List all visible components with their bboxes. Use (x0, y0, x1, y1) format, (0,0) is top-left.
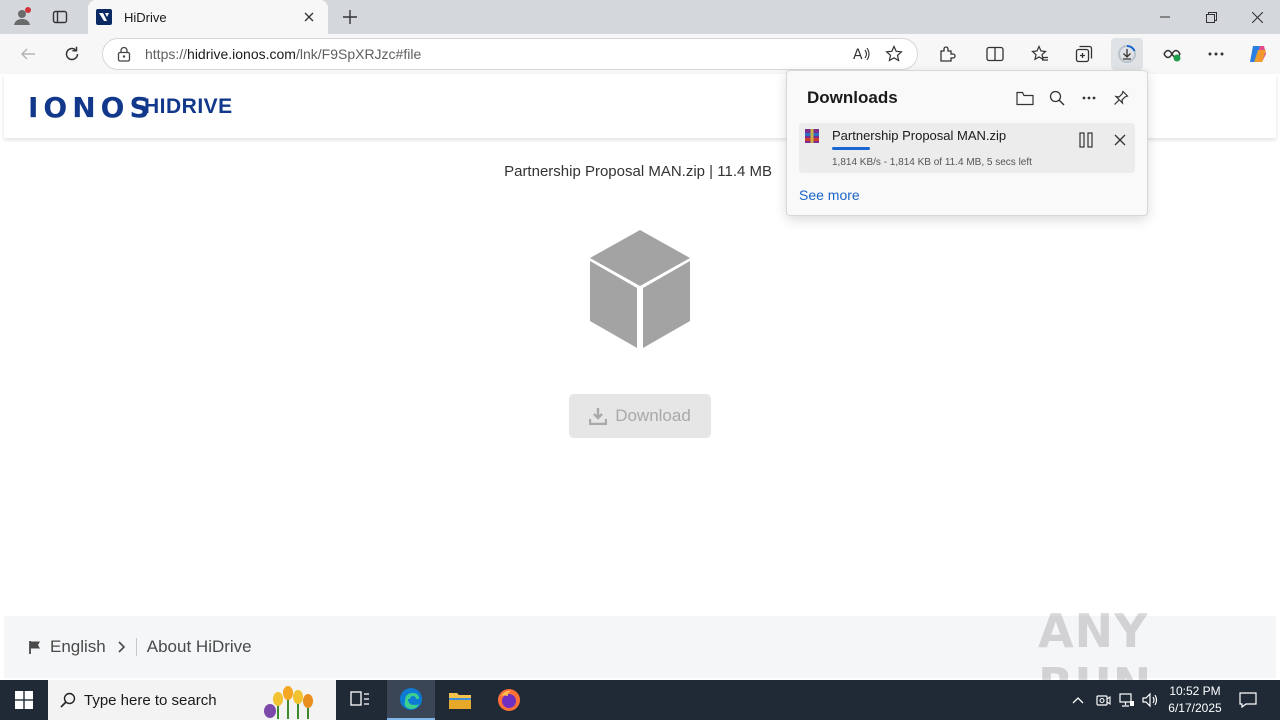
about-hidrive-link[interactable]: About HiDrive (147, 637, 252, 657)
pause-icon[interactable] (1074, 128, 1098, 152)
settings-more-icon[interactable] (1200, 38, 1232, 70)
taskbar-edge-icon[interactable] (387, 680, 435, 720)
site-info-lock-icon[interactable] (117, 46, 131, 62)
tab-actions-icon[interactable] (46, 5, 74, 29)
pin-icon[interactable] (1108, 85, 1134, 111)
ionos-logo[interactable]: IONOS (28, 91, 155, 124)
tab-close-icon[interactable] (300, 8, 318, 26)
copilot-icon[interactable] (1242, 38, 1274, 70)
more-options-icon[interactable] (1076, 85, 1102, 111)
hidrive-logo[interactable]: HIDRIVE (144, 95, 233, 119)
chevron-right-icon[interactable] (116, 641, 126, 653)
firefox-icon[interactable] (485, 680, 533, 720)
refresh-icon[interactable] (56, 38, 88, 70)
windows-logo-icon (15, 691, 33, 709)
meet-now-icon[interactable] (1092, 680, 1114, 720)
download-progress-bar (832, 147, 1072, 150)
file-info: Partnership Proposal MAN.zip | 11.4 MB (504, 163, 772, 180)
browser-toolbar: https://hidrive.ionos.com/lnk/F9SpXRJzc#… (0, 34, 1280, 74)
taskbar-search-box[interactable]: Type here to search (48, 680, 336, 720)
browser-tab-active[interactable]: HiDrive (88, 0, 328, 34)
split-screen-icon[interactable] (979, 38, 1011, 70)
close-window-icon[interactable] (1234, 0, 1280, 34)
download-status: 1,814 KB/s - 1,814 KB of 11.4 MB, 5 secs… (832, 157, 1032, 168)
favorites-icon[interactable] (1024, 38, 1056, 70)
see-more-link[interactable]: See more (799, 187, 860, 203)
search-downloads-icon[interactable] (1044, 85, 1070, 111)
open-folder-icon[interactable] (1012, 85, 1038, 111)
back-icon[interactable] (12, 38, 44, 70)
downloads-toolbar-icon[interactable] (1111, 38, 1143, 70)
windows-taskbar: Type here to search 10:52 PM 6/17/2025 (0, 680, 1280, 720)
clock-date: 6/17/2025 (1168, 701, 1222, 715)
taskbar-search-placeholder: Type here to search (84, 691, 217, 709)
download-file-name[interactable]: Partnership Proposal MAN.zip (832, 128, 1006, 143)
file-explorer-icon[interactable] (436, 680, 484, 720)
cancel-download-icon[interactable] (1108, 128, 1132, 152)
download-progress-fill (832, 147, 871, 150)
search-icon (60, 692, 76, 708)
footer-divider (135, 638, 137, 656)
taskbar-clock[interactable]: 10:52 PM 6/17/2025 (1158, 683, 1232, 717)
read-aloud-icon[interactable]: A (849, 41, 875, 67)
clock-time: 10:52 PM (1169, 684, 1221, 698)
download-item[interactable]: Partnership Proposal MAN.zip 1,814 KB/s … (799, 123, 1135, 173)
svg-text:A: A (853, 47, 863, 62)
browser-essentials-icon[interactable] (1156, 38, 1188, 70)
search-highlight-tulips-icon (264, 686, 313, 719)
browser-tab-bar: HiDrive (0, 0, 1280, 34)
downloads-panel-title: Downloads (807, 88, 898, 107)
tab-title: HiDrive (124, 9, 167, 25)
zip-archive-icon (805, 129, 819, 143)
restore-icon[interactable] (1188, 0, 1234, 34)
new-tab-icon[interactable] (336, 5, 364, 29)
minimize-icon[interactable] (1142, 0, 1188, 34)
package-icon (590, 230, 690, 348)
network-icon[interactable] (1116, 680, 1138, 720)
flag-icon (29, 641, 40, 654)
start-button[interactable] (0, 680, 48, 720)
download-button[interactable]: Download (569, 394, 711, 438)
collections-icon[interactable] (1068, 38, 1100, 70)
url-text: https://hidrive.ionos.com/lnk/F9SpXRJzc#… (145, 46, 422, 62)
task-view-icon[interactable] (336, 680, 384, 720)
language-selector[interactable]: English (50, 637, 106, 657)
show-hidden-icons-icon[interactable] (1068, 680, 1088, 720)
favorite-star-icon[interactable] (881, 41, 907, 67)
download-button-label: Download (615, 406, 691, 425)
downloads-panel: Downloads Partnership Proposal MAN.zip 1… (786, 70, 1148, 216)
profile-icon[interactable] (8, 5, 36, 29)
notifications-icon[interactable] (1236, 680, 1260, 720)
extensions-icon[interactable] (931, 38, 963, 70)
hidrive-favicon-icon (96, 9, 112, 25)
address-bar[interactable]: https://hidrive.ionos.com/lnk/F9SpXRJzc#… (102, 38, 918, 70)
download-icon (589, 408, 608, 425)
